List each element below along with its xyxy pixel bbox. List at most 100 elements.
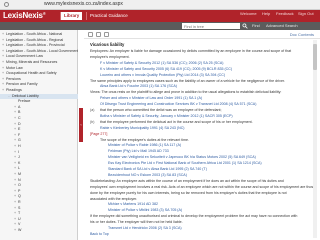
logo-text: LexisNexis [3, 11, 43, 20]
tree-item-label: Pleadings [6, 88, 22, 92]
text-line: If the employee did something unauthoris… [90, 214, 298, 219]
text-line: Views: The onus rests on the plaintiff t… [90, 90, 282, 95]
citation-link[interactable]: Minister of Police v Mbilini 1983 (3) SA… [108, 208, 314, 213]
citation-link[interactable]: Mkhize v Martens 1914 AD 382 [108, 202, 314, 207]
text-line: [Page 277] [90, 131, 108, 136]
find-in-tree-input[interactable] [182, 23, 240, 29]
text-line: that the person who committed the delict… [100, 108, 222, 112]
tree-item-label: S [18, 205, 21, 210]
tree-item-label: Legislation - South Africa - Local Gover… [6, 48, 78, 53]
tab-practical-guidance[interactable]: Practical Guidance [86, 12, 131, 20]
document-scrollbar[interactable] [313, 40, 317, 238]
tree-item-label: P [18, 188, 21, 193]
text-line: associated with the employer. [90, 196, 138, 201]
tree-item-label: O [18, 183, 21, 188]
tree-item-label: Mining, Minerals and Resources [6, 60, 58, 64]
collapse-panel-handle[interactable]: ‹ [79, 108, 83, 142]
citation-link[interactable]: Back to Top [90, 232, 314, 237]
search-bar: Find Advanced Search [0, 22, 320, 30]
tree-item-label: T [18, 211, 21, 216]
tree-item-label: B [18, 110, 21, 115]
tree-item-label: W [18, 228, 22, 232]
text-line: Employees: An employer is liable for dam… [90, 49, 292, 53]
text-line: Studiebelasting: An employee acts within… [90, 178, 284, 183]
browser-address-bar[interactable]: www.mylexisnexis.co.za/index.aspx [0, 0, 320, 10]
paragraph-number: (b) [90, 119, 95, 124]
tree-item-label: Preface [18, 99, 31, 104]
tree-item-label: U [18, 216, 21, 221]
save-icon[interactable] [104, 32, 109, 37]
tree-item-label: Occupational Health and Safety [6, 71, 57, 76]
citation-link[interactable]: K v Minister of Safety and Security 2005… [100, 67, 314, 72]
tree-item-label: Legislation - South Africa - Regional [6, 37, 64, 42]
text-line: employees' own employment involves a rea… [90, 184, 314, 189]
email-icon[interactable] [96, 32, 101, 37]
tree-item-label: I [18, 149, 19, 154]
tree-item-label: Pension and Family [6, 82, 38, 87]
text-line: his or her duties. The employer will the… [90, 220, 183, 225]
doc-contents-link[interactable]: Doc Contents [290, 32, 314, 37]
tree-item-label: Delictual Liability [12, 93, 39, 98]
citation-link[interactable]: Pelser and others v Minister of Law and … [100, 96, 314, 101]
citation-link[interactable]: Feldman (Pty) Ltd v Mall 1945 AD 733 [108, 149, 314, 154]
tree-item-label: N [18, 177, 21, 182]
document-toolbar: Doc Contents [84, 30, 320, 39]
tree-item-label: H [18, 144, 21, 148]
citation-link[interactable]: Of Ditsego Trust Engineering and Constru… [100, 102, 314, 107]
text-line: The same principles apply to employees c… [90, 78, 285, 83]
text-line: that the employee performed the delictua… [100, 119, 253, 124]
welcome-link[interactable]: Welcome [240, 11, 257, 16]
document-pane: Doc Contents Vicarious liability Employe… [84, 30, 320, 240]
citation-link[interactable]: Botha v Minister of Safety & Security; J… [100, 114, 314, 119]
tree-item-label: D [18, 121, 21, 126]
app-header: LexisNexis® Library Practical Guidance W… [0, 10, 320, 22]
citation-link[interactable]: Minister of Police v Rabie 1986 (1) SA 1… [108, 143, 314, 148]
citation-link[interactable]: Bezuidenhout NO v Eskom 2003 (3) SA 83 (… [108, 173, 314, 178]
tree-item-label: Legislation - South Africa - Provincial [6, 43, 65, 48]
tree-item-label: L [18, 166, 20, 171]
tree-item-label: C [18, 116, 21, 120]
citation-link[interactable]: Standard Bank of SA Ltd v Absa Bank Ltd … [108, 167, 314, 172]
lexisnexis-logo[interactable]: LexisNexis® [3, 11, 46, 20]
citation-link[interactable]: F v Minister of Safety & Security 2012 (… [100, 61, 314, 66]
text-line: employee's employment. [90, 54, 130, 59]
citation-link[interactable]: Ess Kay Electronics Pte Ltd v First Nati… [108, 161, 314, 166]
chevron-left-icon: ‹ [80, 122, 82, 127]
find-link[interactable]: Find [252, 23, 260, 28]
tree-item-label: J [18, 155, 20, 160]
tree-item-label: K [18, 160, 21, 165]
tree-item-label: G [18, 138, 21, 143]
library-tree: + Legislation - South Africa - National + L… [0, 30, 78, 240]
citation-link[interactable]: Rabie v Kimberley Municipality 1991 (4) … [100, 126, 314, 131]
advanced-search-link[interactable]: Advanced Search [266, 23, 298, 28]
citation-link[interactable]: Absa Bank Ltd v Fouche 2003 (1) SA 176 (… [100, 84, 314, 89]
tree-item[interactable]: + W [0, 228, 78, 234]
scrollbar-thumb[interactable] [313, 44, 317, 70]
citation-link[interactable]: Transnet Ltd v Hendrickx 2006 (2) SA 3 (… [108, 226, 314, 231]
tree-item-label: Legislation - South Africa - National [6, 32, 63, 36]
tree-item-label: Local Government Law [6, 54, 43, 59]
tree-item-label: Pensions [6, 76, 21, 81]
tree-item-label: E [18, 127, 21, 132]
text-line: The scope of the employee's duties at th… [100, 137, 189, 142]
citation-link[interactable]: Minister van Veiligheid en Sekuriteit v … [108, 155, 314, 160]
tree-item-label: Motor Law [6, 65, 23, 70]
tab-library[interactable]: Library [60, 12, 83, 20]
document-title: Vicarious liability [90, 42, 125, 47]
help-link[interactable]: Help [262, 11, 270, 16]
tree-item-label: M [18, 172, 21, 176]
text-line: done by the employee purely for his own … [90, 190, 287, 195]
tree-item-label: A [18, 104, 21, 109]
url-text[interactable]: www.mylexisnexis.co.za/index.aspx [44, 1, 123, 7]
sign-out-link[interactable]: Sign Out [298, 11, 314, 16]
paragraph-number: (a) [90, 108, 95, 112]
globe-icon [4, 2, 9, 7]
tree-item-label: F [18, 132, 21, 137]
print-icon[interactable] [88, 32, 93, 37]
tree-item-label: V [18, 222, 21, 227]
feedback-link[interactable]: Feedback [276, 11, 294, 16]
search-icon[interactable] [242, 23, 248, 29]
citation-link[interactable]: Loureiro and others v Imvula Quality Pro… [100, 73, 314, 78]
tree-item-label: Q [18, 194, 21, 199]
tree-item-label: R [18, 200, 21, 204]
